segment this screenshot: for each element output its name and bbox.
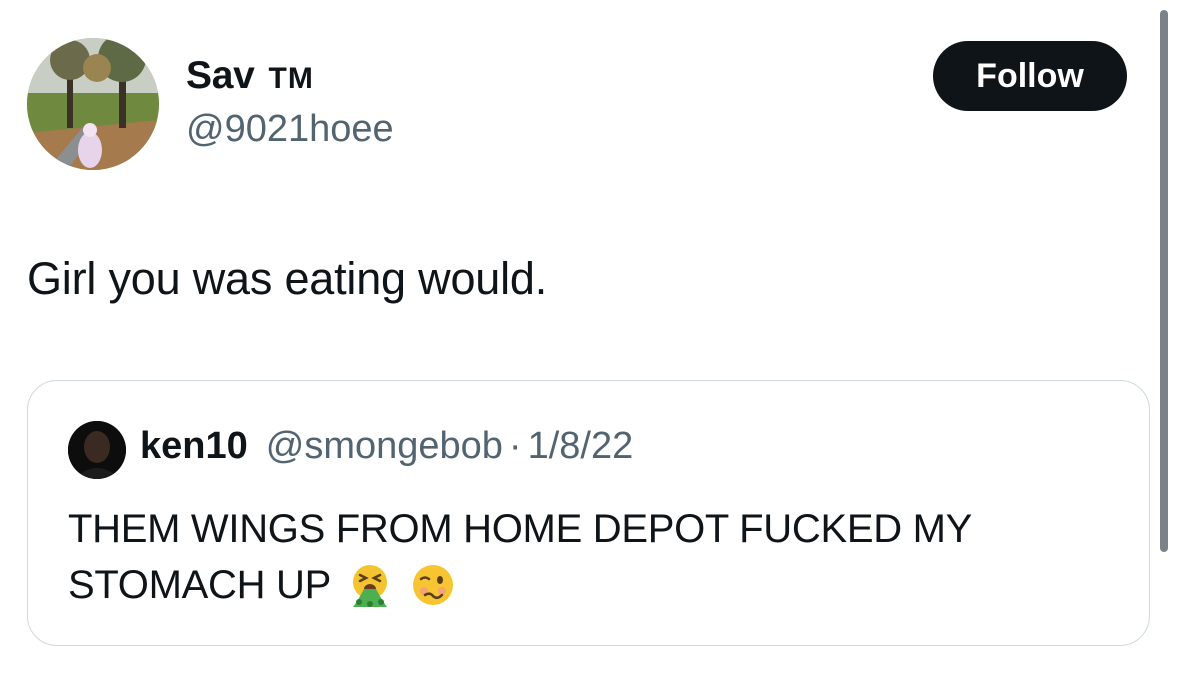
tweet-text: Girl you was eating would. bbox=[27, 253, 548, 304]
author-handle[interactable]: @9021hoee bbox=[186, 108, 394, 151]
quoted-author-handle[interactable]: @smongebob bbox=[266, 425, 503, 468]
quoted-tweet-card[interactable]: ken10 @smongebob · 1/8/22 THEM WINGS FRO… bbox=[27, 380, 1150, 646]
author-avatar[interactable] bbox=[27, 38, 159, 170]
quoted-author-name[interactable]: ken10 bbox=[140, 425, 248, 468]
vertical-scrollbar[interactable] bbox=[1160, 10, 1168, 552]
author-name-row: Sav TM bbox=[186, 54, 314, 98]
quoted-author-avatar[interactable] bbox=[68, 421, 126, 479]
quoted-tweet-header: ken10 @smongebob · 1/8/22 bbox=[140, 425, 633, 468]
woozy-face-icon bbox=[410, 562, 456, 623]
vomiting-face-icon bbox=[347, 562, 393, 623]
quoted-tweet-text-block: THEM WINGS FROM HOME DEPOT FUCKED MY STO… bbox=[68, 501, 1108, 623]
follow-button[interactable]: Follow bbox=[933, 41, 1127, 111]
quoted-tweet-text: THEM WINGS FROM HOME DEPOT FUCKED MY STO… bbox=[68, 507, 972, 607]
author-display-name[interactable]: Sav bbox=[186, 54, 255, 98]
quoted-tweet-date[interactable]: 1/8/22 bbox=[528, 425, 634, 468]
trademark-badge: TM bbox=[268, 62, 314, 95]
header-separator: · bbox=[508, 425, 522, 467]
